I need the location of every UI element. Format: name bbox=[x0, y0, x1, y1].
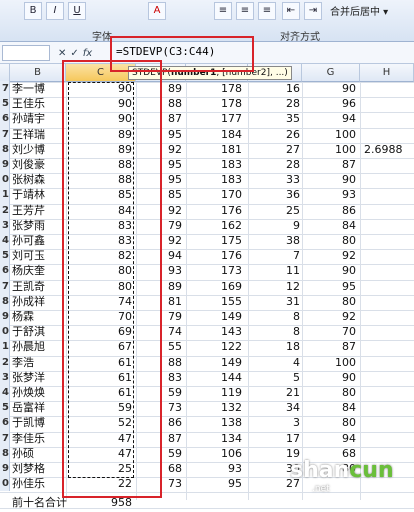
row-header[interactable]: 6 bbox=[0, 415, 10, 431]
column-header-h[interactable]: H bbox=[360, 64, 414, 82]
total-label[interactable]: 前十名合计 bbox=[12, 494, 67, 512]
watermark-domain: .net bbox=[312, 484, 330, 494]
italic-button[interactable]: I bbox=[46, 2, 64, 20]
row-header[interactable]: 4 bbox=[0, 233, 10, 249]
font-group-label: 字体 bbox=[92, 32, 112, 43]
row-header[interactable]: 0 bbox=[0, 172, 10, 188]
watermark-logo: shancun bbox=[290, 458, 394, 483]
row-header[interactable]: 2 bbox=[0, 202, 10, 218]
decrease-indent-button[interactable]: ⇤ bbox=[282, 2, 300, 20]
row-header[interactable]: 9 bbox=[0, 461, 10, 477]
row-header[interactable]: 7 bbox=[0, 430, 10, 446]
font-color-button[interactable]: A bbox=[148, 2, 166, 20]
row-header[interactable]: 7 bbox=[0, 81, 10, 97]
cell-value-e[interactable]: 95 bbox=[186, 475, 242, 493]
cancel-icon[interactable]: ✕ bbox=[58, 48, 66, 59]
grid-line bbox=[360, 82, 361, 500]
row-header[interactable]: 0 bbox=[0, 324, 10, 340]
underline-button[interactable]: U bbox=[68, 2, 86, 20]
row-header[interactable]: 7 bbox=[0, 126, 10, 142]
enter-icon[interactable]: ✓ bbox=[70, 48, 78, 59]
bold-button[interactable]: B bbox=[24, 2, 42, 20]
range-highlight-box bbox=[62, 60, 162, 498]
row-header[interactable]: 4 bbox=[0, 385, 10, 401]
row-header[interactable]: 7 bbox=[0, 278, 10, 294]
merge-center-button[interactable]: 合并后居中 ▾ bbox=[330, 3, 388, 18]
row-header[interactable]: 5 bbox=[0, 400, 10, 416]
cell-value-h[interactable]: 2.6988 bbox=[364, 141, 414, 159]
row-header[interactable]: 6 bbox=[0, 263, 10, 279]
fx-icon[interactable]: fx bbox=[83, 48, 92, 59]
align-left-button[interactable]: ≡ bbox=[214, 2, 232, 20]
row-header[interactable]: 1 bbox=[0, 187, 10, 203]
cell-name[interactable]: 孙佳乐 bbox=[12, 475, 66, 493]
row-header[interactable]: 3 bbox=[0, 217, 10, 233]
row-header[interactable]: 2 bbox=[0, 354, 10, 370]
row-header[interactable]: 5 bbox=[0, 96, 10, 112]
row-header[interactable]: 0 bbox=[0, 476, 10, 492]
row-header[interactable]: 6 bbox=[0, 111, 10, 127]
row-header[interactable]: 5 bbox=[0, 248, 10, 264]
alignment-group-label: 对齐方式 bbox=[280, 32, 320, 43]
row-header[interactable]: 9 bbox=[0, 157, 10, 173]
align-center-button[interactable]: ≡ bbox=[236, 2, 254, 20]
row-header[interactable]: 8 bbox=[0, 445, 10, 461]
name-box[interactable] bbox=[2, 45, 50, 61]
row-header[interactable]: 3 bbox=[0, 369, 10, 385]
corner-header[interactable] bbox=[0, 64, 10, 82]
row-header[interactable]: 1 bbox=[0, 339, 10, 355]
row-header[interactable]: 8 bbox=[0, 141, 10, 157]
row-header[interactable]: 8 bbox=[0, 293, 10, 309]
increase-indent-button[interactable]: ⇥ bbox=[304, 2, 322, 20]
align-right-button[interactable]: ≡ bbox=[258, 2, 276, 20]
row-header[interactable]: 9 bbox=[0, 309, 10, 325]
